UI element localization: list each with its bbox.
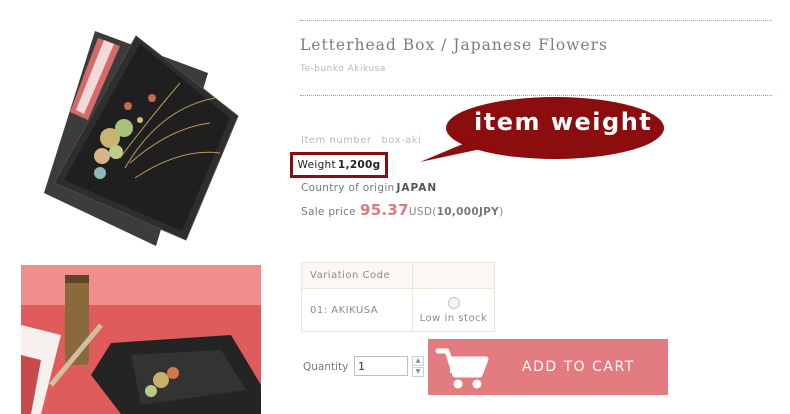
table-row[interactable]: 01: AKIKUSA Low in stock [301,288,495,332]
yen-close: ) [499,206,504,218]
origin-label: Country of origin [301,182,395,194]
variation-code-header: Variation Code [301,262,413,289]
table-header-row: Variation Code [301,262,495,289]
product-subtitle: Te-bunko Akikusa [300,64,386,74]
add-to-cart-label: ADD TO CART [522,359,635,375]
weight-value: 1,200g [337,159,381,171]
sale-price: Sale price 95.37USD(10,000JPY) [301,201,504,219]
stepper-down-icon[interactable]: ▼ [412,367,424,377]
variation-radio[interactable] [447,296,460,309]
stepper-up-icon[interactable]: ▲ [412,356,424,366]
variation-code: 01: AKIKUSA [301,288,413,332]
product-image-box[interactable] [40,28,252,248]
yen-value: 10,000JPY [436,206,500,218]
product-photo[interactable] [21,265,261,414]
add-to-cart-button[interactable]: ADD TO CART [428,339,668,395]
divider [300,20,772,21]
quantity-stepper[interactable]: ▲ ▼ [412,356,424,377]
product-title: Letterhead Box / Japanese Flowers [300,36,608,54]
item-number: Item number box-aki [301,135,421,146]
weight-label: Weight [297,159,336,171]
country-of-origin: Country of origin JAPAN [301,182,437,194]
cart-icon [435,348,489,389]
weight-highlight: Weight 1,200g [290,152,388,178]
quantity-input[interactable] [354,356,408,376]
sale-label: Sale price [301,206,356,218]
item-number-label: Item number [301,135,372,146]
quantity-label: Quantity [303,361,349,373]
price-value: 95.37 [359,201,409,219]
origin-value: JAPAN [396,182,438,194]
variation-table: Variation Code 01: AKIKUSA Low in stock [301,262,495,332]
stock-header [412,262,495,289]
currency: USD [408,206,433,218]
callout-text: item weight [474,108,653,136]
stock-status: Low in stock [419,312,488,324]
variation-select-cell[interactable]: Low in stock [412,288,495,332]
